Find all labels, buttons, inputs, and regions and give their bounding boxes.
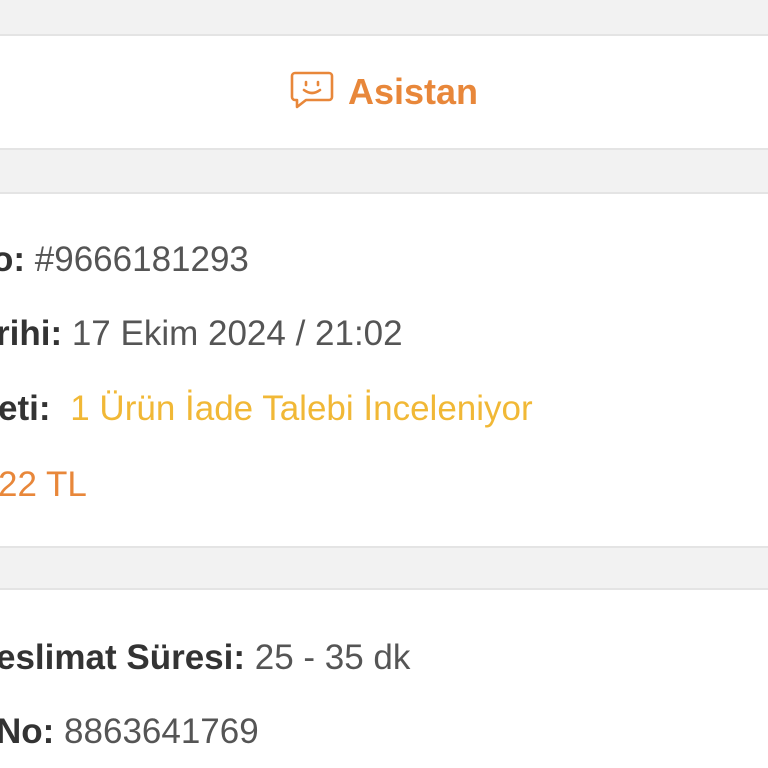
order-detail-page: Asistan o: #9666181293 rihi: 17 Ekim 202… <box>0 0 768 768</box>
assistant-card: Asistan <box>0 34 768 150</box>
delivery-duration-label: eslimat Süresi: <box>0 638 245 677</box>
order-status-row: eti: 1 Ürün İade Talebi İnceleniyor <box>0 387 533 431</box>
delivery-duration-row: eslimat Süresi: 25 - 35 dk <box>0 636 410 680</box>
delivery-number-row: No: 8863641769 <box>0 710 259 754</box>
delivery-info-card: eslimat Süresi: 25 - 35 dk No: 886364176… <box>0 588 768 768</box>
order-status-label: eti: <box>0 389 51 428</box>
delivery-number-label: No: <box>0 712 55 751</box>
assistant-button[interactable]: Asistan <box>290 70 478 114</box>
delivery-duration-value: 25 - 35 dk <box>254 638 411 677</box>
order-total-value: 22 TL <box>0 465 87 504</box>
order-info-card: o: #9666181293 rihi: 17 Ekim 2024 / 21:0… <box>0 192 768 548</box>
order-number-label: o: <box>0 240 26 279</box>
order-date-value: 17 Ekim 2024 / 21:02 <box>71 314 403 353</box>
order-total-row: 22 TL <box>0 463 87 507</box>
order-date-label: rihi: <box>0 314 63 353</box>
order-status-value[interactable]: 1 Ürün İade Talebi İnceleniyor <box>70 389 532 428</box>
assistant-label: Asistan <box>348 71 479 112</box>
order-number-value: #9666181293 <box>34 240 249 279</box>
delivery-number-value: 8863641769 <box>64 712 259 751</box>
order-number-row: o: #9666181293 <box>0 238 249 282</box>
order-date-row: rihi: 17 Ekim 2024 / 21:02 <box>0 312 403 356</box>
chat-smile-icon <box>290 70 334 115</box>
